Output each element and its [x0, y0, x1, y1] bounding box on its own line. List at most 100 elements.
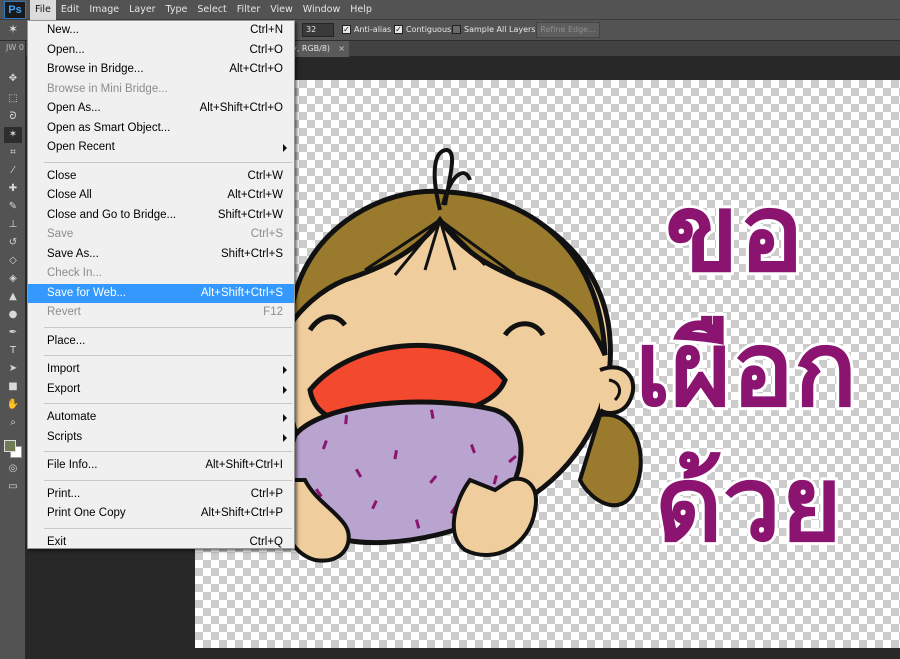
- menu-window[interactable]: Window: [298, 0, 345, 20]
- menu-separator: [28, 323, 294, 332]
- menu-view[interactable]: View: [265, 0, 298, 20]
- menu-item-label: Open as Smart Object...: [47, 121, 171, 134]
- menu-item-scripts[interactable]: Scripts: [28, 428, 294, 448]
- zoom-tool-icon[interactable]: ⌕: [4, 415, 22, 431]
- menu-edit[interactable]: Edit: [56, 0, 84, 20]
- menu-item-shortcut: Shift+Ctrl+S: [221, 247, 283, 260]
- sample-all-layers-checkbox[interactable]: Sample All Layers: [452, 25, 535, 34]
- menu-item-print-one-copy[interactable]: Print One Copy Alt+Shift+Ctrl+P: [28, 504, 294, 524]
- paint-bucket-tool-icon[interactable]: ◈: [4, 271, 22, 287]
- menu-item-label: Close and Go to Bridge...: [47, 208, 177, 221]
- check-icon: ✓: [394, 25, 403, 34]
- menu-layer[interactable]: Layer: [124, 0, 161, 20]
- menu-item-shortcut: Alt+Shift+Ctrl+I: [205, 459, 283, 471]
- menu-item-save-for-web[interactable]: Save for Web... Alt+Shift+Ctrl+S: [28, 283, 294, 303]
- menu-separator: [28, 351, 294, 360]
- menu-item-browse-in-bridge[interactable]: Browse in Bridge... Alt+Ctrl+O: [28, 60, 294, 80]
- menu-item-save-as[interactable]: Save As... Shift+Ctrl+S: [28, 245, 294, 265]
- menu-item-open-recent[interactable]: Open Recent: [28, 138, 294, 158]
- menu-item-close-and-go-to-bridge[interactable]: Close and Go to Bridge... Shift+Ctrl+W: [28, 206, 294, 226]
- menu-item-check-in: Check In...: [28, 264, 294, 284]
- refine-edge-button[interactable]: Refine Edge...: [536, 22, 600, 38]
- check-icon: ✓: [342, 25, 351, 34]
- crop-tool-icon[interactable]: ⌗: [4, 145, 22, 161]
- menu-filter[interactable]: Filter: [232, 0, 266, 20]
- menu-item-export[interactable]: Export: [28, 380, 294, 400]
- menu-item-shortcut: Alt+Ctrl+W: [227, 189, 283, 201]
- menu-item-place[interactable]: Place...: [28, 332, 294, 352]
- blur-tool-icon[interactable]: ▲: [4, 289, 22, 305]
- anti-alias-label: Anti-alias: [354, 25, 392, 34]
- history-brush-tool-icon[interactable]: ↺: [4, 235, 22, 251]
- menu-item-label: Check In...: [47, 267, 102, 279]
- unchecked-box-icon: [452, 25, 461, 34]
- quick-mask-icon[interactable]: ◎: [4, 461, 22, 477]
- type-tool-icon[interactable]: T: [4, 343, 22, 359]
- move-tool-icon[interactable]: ✥: [4, 71, 22, 87]
- hand-tool-icon[interactable]: ✋: [4, 397, 22, 413]
- anti-alias-checkbox[interactable]: ✓ Anti-alias: [342, 25, 391, 34]
- right-hand: [451, 476, 538, 557]
- menu-item-label: Browse in Bridge...: [47, 63, 144, 75]
- menu-item-shortcut: Alt+Shift+Ctrl+S: [200, 286, 283, 299]
- tolerance-input[interactable]: 32: [302, 23, 334, 37]
- menu-item-shortcut: Ctrl+N: [250, 24, 283, 36]
- menu-item-exit[interactable]: Exit Ctrl+Q: [28, 533, 294, 553]
- menu-item-shortcut: Ctrl+P: [250, 487, 283, 500]
- close-tab-icon[interactable]: ×: [338, 41, 345, 57]
- menu-item-close[interactable]: Close Ctrl+W: [28, 167, 294, 187]
- menu-item-label: Open As...: [47, 102, 101, 114]
- magic-wand-tool-icon[interactable]: ✶: [4, 127, 22, 143]
- menu-item-label: Revert: [47, 306, 81, 318]
- marquee-tool-icon[interactable]: ⬚: [4, 91, 22, 107]
- document-canvas[interactable]: ขอ เผือก ด้วย: [195, 80, 900, 648]
- menu-item-open-as[interactable]: Open As... Alt+Shift+Ctrl+O: [28, 99, 294, 119]
- contiguous-label: Contiguous: [406, 25, 452, 34]
- magic-wand-icon[interactable]: ✶: [8, 22, 24, 38]
- eyedropper-tool-icon[interactable]: ⁄: [4, 163, 22, 179]
- sticker-artwork: ขอ เผือก ด้วย: [280, 147, 860, 568]
- sample-all-layers-label: Sample All Layers: [464, 25, 536, 34]
- menu-separator: [28, 399, 294, 408]
- lasso-tool-icon[interactable]: ᘐ: [4, 109, 22, 125]
- menu-item-open-as-smart-object[interactable]: Open as Smart Object...: [28, 119, 294, 139]
- menu-item-label: Import: [47, 363, 80, 375]
- menu-select[interactable]: Select: [192, 0, 231, 20]
- shape-tool-icon[interactable]: ■: [4, 379, 22, 395]
- path-selection-tool-icon[interactable]: ➤: [4, 361, 22, 377]
- menu-item-revert: Revert F12: [28, 303, 294, 323]
- pen-tool-icon[interactable]: ✒: [4, 325, 22, 341]
- menu-item-label: Browse in Mini Bridge...: [47, 82, 168, 95]
- eraser-tool-icon[interactable]: ◇: [4, 253, 22, 269]
- menu-item-label: Place...: [47, 334, 86, 347]
- menu-image[interactable]: Image: [84, 0, 124, 20]
- dodge-tool-icon[interactable]: ●: [4, 307, 22, 323]
- menu-item-print[interactable]: Print... Ctrl+P: [28, 485, 294, 505]
- menu-item-automate[interactable]: Automate: [28, 408, 294, 428]
- toolbox: JW 0 ✥ ⬚ ᘐ ✶ ⌗ ⁄ ✚ ✎ ⊥ ↺ ◇ ◈ ▲ ● ✒ T ➤ ■…: [0, 41, 26, 659]
- menu-item-import[interactable]: Import: [28, 360, 294, 380]
- submenu-arrow-icon: [283, 414, 287, 422]
- menu-item-close-all[interactable]: Close All Alt+Ctrl+W: [28, 186, 294, 206]
- menu-item-label: Save: [47, 228, 74, 240]
- menu-file[interactable]: File: [30, 0, 56, 20]
- ear: [598, 365, 636, 415]
- menu-item-shortcut: F12: [263, 306, 283, 318]
- menu-item-new[interactable]: New... Ctrl+N: [28, 21, 294, 41]
- menu-item-label: File Info...: [47, 459, 98, 471]
- contiguous-checkbox[interactable]: ✓ Contiguous: [394, 25, 451, 34]
- menu-type[interactable]: Type: [161, 0, 193, 20]
- submenu-arrow-icon: [283, 366, 287, 374]
- menu-item-label: Print...: [47, 487, 81, 500]
- menu-help[interactable]: Help: [345, 0, 377, 20]
- brush-tool-icon[interactable]: ✎: [4, 199, 22, 215]
- foreground-color-swatch[interactable]: [4, 440, 16, 452]
- thai-text-line3: ด้วย: [655, 443, 842, 565]
- clone-stamp-tool-icon[interactable]: ⊥: [4, 217, 22, 233]
- screen-mode-icon[interactable]: ▭: [4, 479, 22, 495]
- healing-brush-tool-icon[interactable]: ✚: [4, 181, 22, 197]
- menu-item-open[interactable]: Open... Ctrl+O: [28, 41, 294, 61]
- menu-item-label: Open Recent: [47, 141, 115, 153]
- menu-item-file-info[interactable]: File Info... Alt+Shift+Ctrl+I: [28, 456, 294, 476]
- file-menu-dropdown: New... Ctrl+N Open... Ctrl+O Browse in Bridg…: [27, 20, 295, 549]
